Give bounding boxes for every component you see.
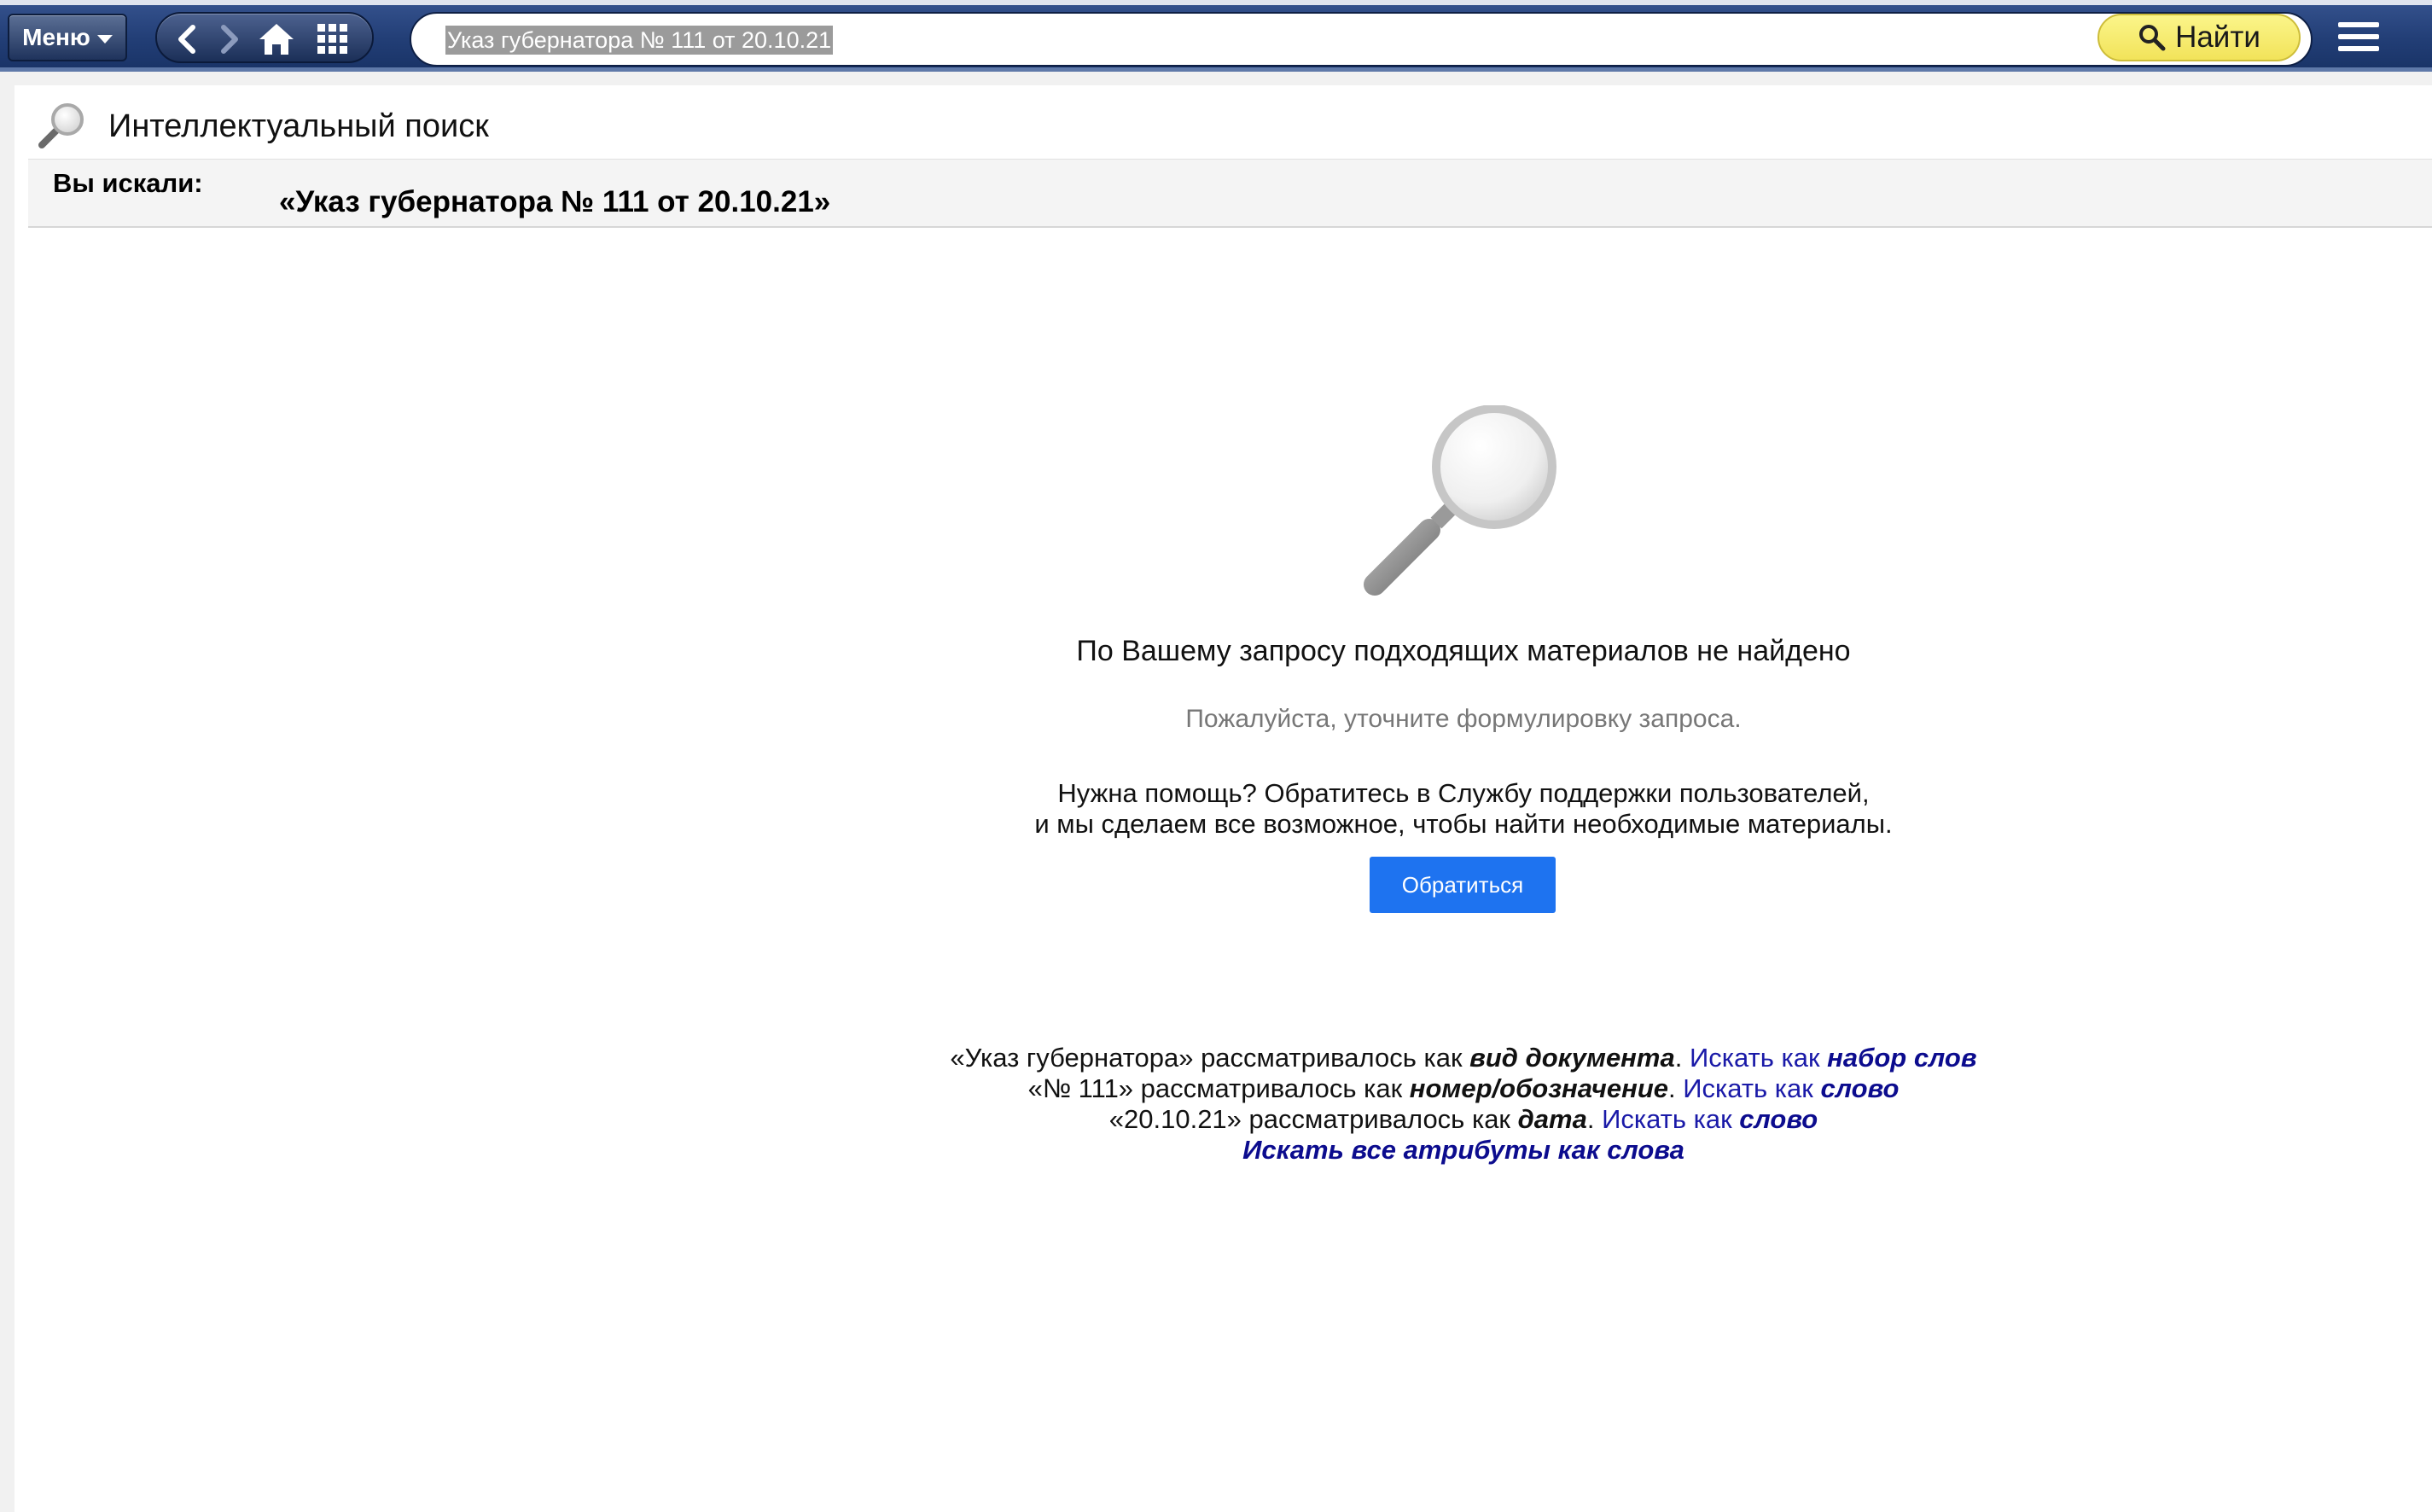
search-all-as-words-link[interactable]: Искать все атрибуты как слова <box>1242 1135 1684 1165</box>
interpretation-type: вид документа <box>1469 1043 1675 1073</box>
magnifier-icon <box>38 103 84 148</box>
not-found-message: По Вашему запросу подходящих материалов … <box>1076 635 1851 667</box>
find-label: Найти <box>2175 20 2260 54</box>
link-target: слово <box>1820 1073 1900 1103</box>
interpretation-term: «№ 111» <box>1027 1073 1134 1103</box>
chevron-right-icon[interactable] <box>210 20 247 58</box>
menu-label: Меню <box>22 24 90 50</box>
interpretation-mid: рассматривалось как <box>1241 1104 1518 1134</box>
link-target: набор слов <box>1827 1043 1977 1073</box>
search-as-link[interactable]: Искать как набор слов <box>1690 1043 1977 1073</box>
interpretation-line: «20.10.21» рассматривалось как дата. Иск… <box>1108 1104 1818 1134</box>
nav-group <box>155 12 374 63</box>
query-panel: Вы искали: «Указ губернатора № 111 от 20… <box>28 159 2432 228</box>
caret-down-icon <box>96 34 113 44</box>
interpretation-type: номер/обозначение <box>1409 1073 1669 1103</box>
grid-icon[interactable] <box>314 20 352 58</box>
search-box: Указ губернатора № 111 от 20.10.21 <box>410 12 2313 67</box>
interpretation-type: дата <box>1517 1104 1587 1134</box>
interpretation-line: «Указ губернатора» рассматривалось как в… <box>950 1043 1977 1073</box>
page: Меню Указ губернатора № 111 от 20.10.21 … <box>0 0 2432 1512</box>
menu-button[interactable]: Меню <box>8 14 127 61</box>
page-title: Интеллектуальный поиск <box>108 108 489 144</box>
help-text-line2: и мы сделаем все возможное, чтобы найти … <box>1034 809 1893 839</box>
search-input[interactable]: Указ губернатора № 111 от 20.10.21 <box>445 26 834 55</box>
top-toolbar: Меню Указ губернатора № 111 от 20.10.21 … <box>0 0 2432 72</box>
search-as-link[interactable]: Искать как слово <box>1683 1073 1899 1103</box>
magnifier-icon <box>1364 405 1556 596</box>
search-icon <box>2139 25 2166 51</box>
hamburger-icon[interactable] <box>2338 22 2379 56</box>
query-value: «Указ губернатора № 111 от 20.10.21» <box>279 185 831 218</box>
home-icon[interactable] <box>258 20 295 58</box>
chevron-left-icon[interactable] <box>169 20 207 58</box>
query-label: Вы искали: <box>53 168 203 198</box>
interpretation-mid: рассматривалось как <box>1133 1073 1410 1103</box>
link-target: слово <box>1739 1104 1818 1134</box>
link-prefix: Искать как <box>1683 1073 1821 1103</box>
find-button[interactable]: Найти <box>2097 14 2301 61</box>
interpretation-mid: рассматривалось как <box>1193 1043 1470 1073</box>
search-all-label: Искать все атрибуты как слова <box>1242 1135 1684 1165</box>
title-row: Интеллектуальный поиск <box>33 101 489 152</box>
interpretation-term: «20.10.21» <box>1108 1104 1242 1134</box>
interpretation-term: «Указ губернатора» <box>950 1043 1194 1073</box>
contact-support-button[interactable]: Обратиться <box>1370 857 1556 913</box>
refine-hint: Пожалуйста, уточните формулировку запрос… <box>1185 705 1742 733</box>
link-prefix: Искать как <box>1689 1043 1828 1073</box>
help-text-line1: Нужна помощь? Обратитесь в Службу поддер… <box>1057 778 1870 808</box>
link-prefix: Искать как <box>1602 1104 1740 1134</box>
interpretation-line: «№ 111» рассматривалось как номер/обозна… <box>1027 1073 1900 1103</box>
search-as-link[interactable]: Искать как слово <box>1602 1104 1818 1134</box>
search-all-line: Искать все атрибуты как слова <box>0 1135 2432 1166</box>
